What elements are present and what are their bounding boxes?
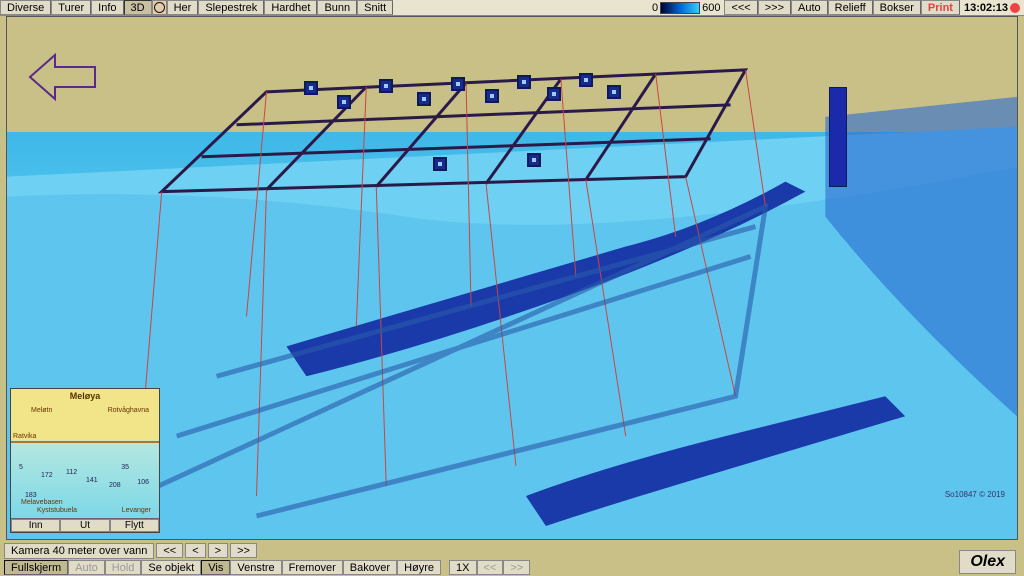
camera-next-button[interactable]: > xyxy=(208,543,228,558)
menu-info[interactable]: Info xyxy=(91,0,123,15)
menu-hardhet[interactable]: Hardhet xyxy=(264,0,317,15)
menu-snitt[interactable]: Snitt xyxy=(357,0,393,15)
depth-gradient-icon xyxy=(660,2,700,14)
grid-marker[interactable] xyxy=(304,81,318,95)
nav-auto-button[interactable]: Auto xyxy=(68,560,105,575)
scale-next-button[interactable]: >>> xyxy=(758,0,791,15)
copyright: So10847 © 2019 xyxy=(945,490,1005,499)
menu-bunn[interactable]: Bunn xyxy=(317,0,357,15)
olex-logo: Olex xyxy=(959,550,1016,574)
menu-her[interactable]: Her xyxy=(167,0,199,15)
see-object-button[interactable]: Se objekt xyxy=(141,560,201,575)
minimap-chart[interactable]: Meløya Meløtn Rotvåghavna Ratvika Kystst… xyxy=(11,389,159,518)
depth-min: 0 xyxy=(652,2,658,14)
print-button[interactable]: Print xyxy=(921,0,960,15)
grid-marker[interactable] xyxy=(379,79,393,93)
speed-button[interactable]: 1X xyxy=(449,560,476,575)
top-toolbar: Diverse Turer Info 3D Her Slepestrek Har… xyxy=(0,0,1024,16)
camera-prev-button[interactable]: < xyxy=(185,543,205,558)
grid-marker[interactable] xyxy=(579,73,593,87)
camera-last-button[interactable]: >> xyxy=(230,543,257,558)
viewport-3d[interactable]: Meløya Meløtn Rotvåghavna Ratvika Kystst… xyxy=(6,16,1018,540)
reticle-icon[interactable] xyxy=(152,0,167,15)
nav-left-button[interactable]: Venstre xyxy=(230,560,281,575)
minimap-title: Meløya xyxy=(11,391,159,401)
minimap[interactable]: Meløya Meløtn Rotvåghavna Ratvika Kystst… xyxy=(10,388,160,533)
grid-marker[interactable] xyxy=(485,89,499,103)
camera-altitude-label: Kamera 40 meter over vann xyxy=(4,543,154,559)
clock: 13:02:13 xyxy=(960,2,1024,14)
grid-marker[interactable] xyxy=(607,85,621,99)
fullscreen-button[interactable]: Fullskjerm xyxy=(4,560,68,575)
grid-marker[interactable] xyxy=(337,95,351,109)
nav-hold-button[interactable]: Hold xyxy=(105,560,142,575)
grid-marker[interactable] xyxy=(547,87,561,101)
speed-down-button[interactable]: << xyxy=(477,560,504,575)
bokser-button[interactable]: Bokser xyxy=(873,0,921,15)
depth-scale: 0 600 xyxy=(652,2,720,14)
grid-marker[interactable] xyxy=(433,157,447,171)
depth-max: 600 xyxy=(702,2,720,14)
grid-marker[interactable] xyxy=(517,75,531,89)
scale-prev-button[interactable]: <<< xyxy=(724,0,757,15)
menu-3d[interactable]: 3D xyxy=(124,0,152,15)
speed-up-button[interactable]: >> xyxy=(503,560,530,575)
show-button[interactable]: Vis xyxy=(201,560,230,575)
nav-right-button[interactable]: Høyre xyxy=(397,560,441,575)
menu-turer[interactable]: Turer xyxy=(51,0,91,15)
menu-slepestrek[interactable]: Slepestrek xyxy=(198,0,264,15)
relieff-button[interactable]: Relieff xyxy=(828,0,873,15)
grid-marker[interactable] xyxy=(451,77,465,91)
nav-structure xyxy=(829,87,847,187)
bottom-toolbar: Kamera 40 meter over vann << < > >> Full… xyxy=(4,542,1020,576)
minimap-zoom-out[interactable]: Ut xyxy=(60,519,109,532)
minimap-zoom-in[interactable]: Inn xyxy=(11,519,60,532)
sun-icon xyxy=(1010,3,1020,13)
nav-forward-button[interactable]: Fremover xyxy=(282,560,343,575)
minimap-move[interactable]: Flytt xyxy=(110,519,159,532)
grid-marker[interactable] xyxy=(527,153,541,167)
camera-first-button[interactable]: << xyxy=(156,543,183,558)
back-arrow-icon[interactable] xyxy=(25,47,105,107)
auto-button[interactable]: Auto xyxy=(791,0,828,15)
menu-diverse[interactable]: Diverse xyxy=(0,0,51,15)
nav-backward-button[interactable]: Bakover xyxy=(343,560,397,575)
grid-marker[interactable] xyxy=(417,92,431,106)
